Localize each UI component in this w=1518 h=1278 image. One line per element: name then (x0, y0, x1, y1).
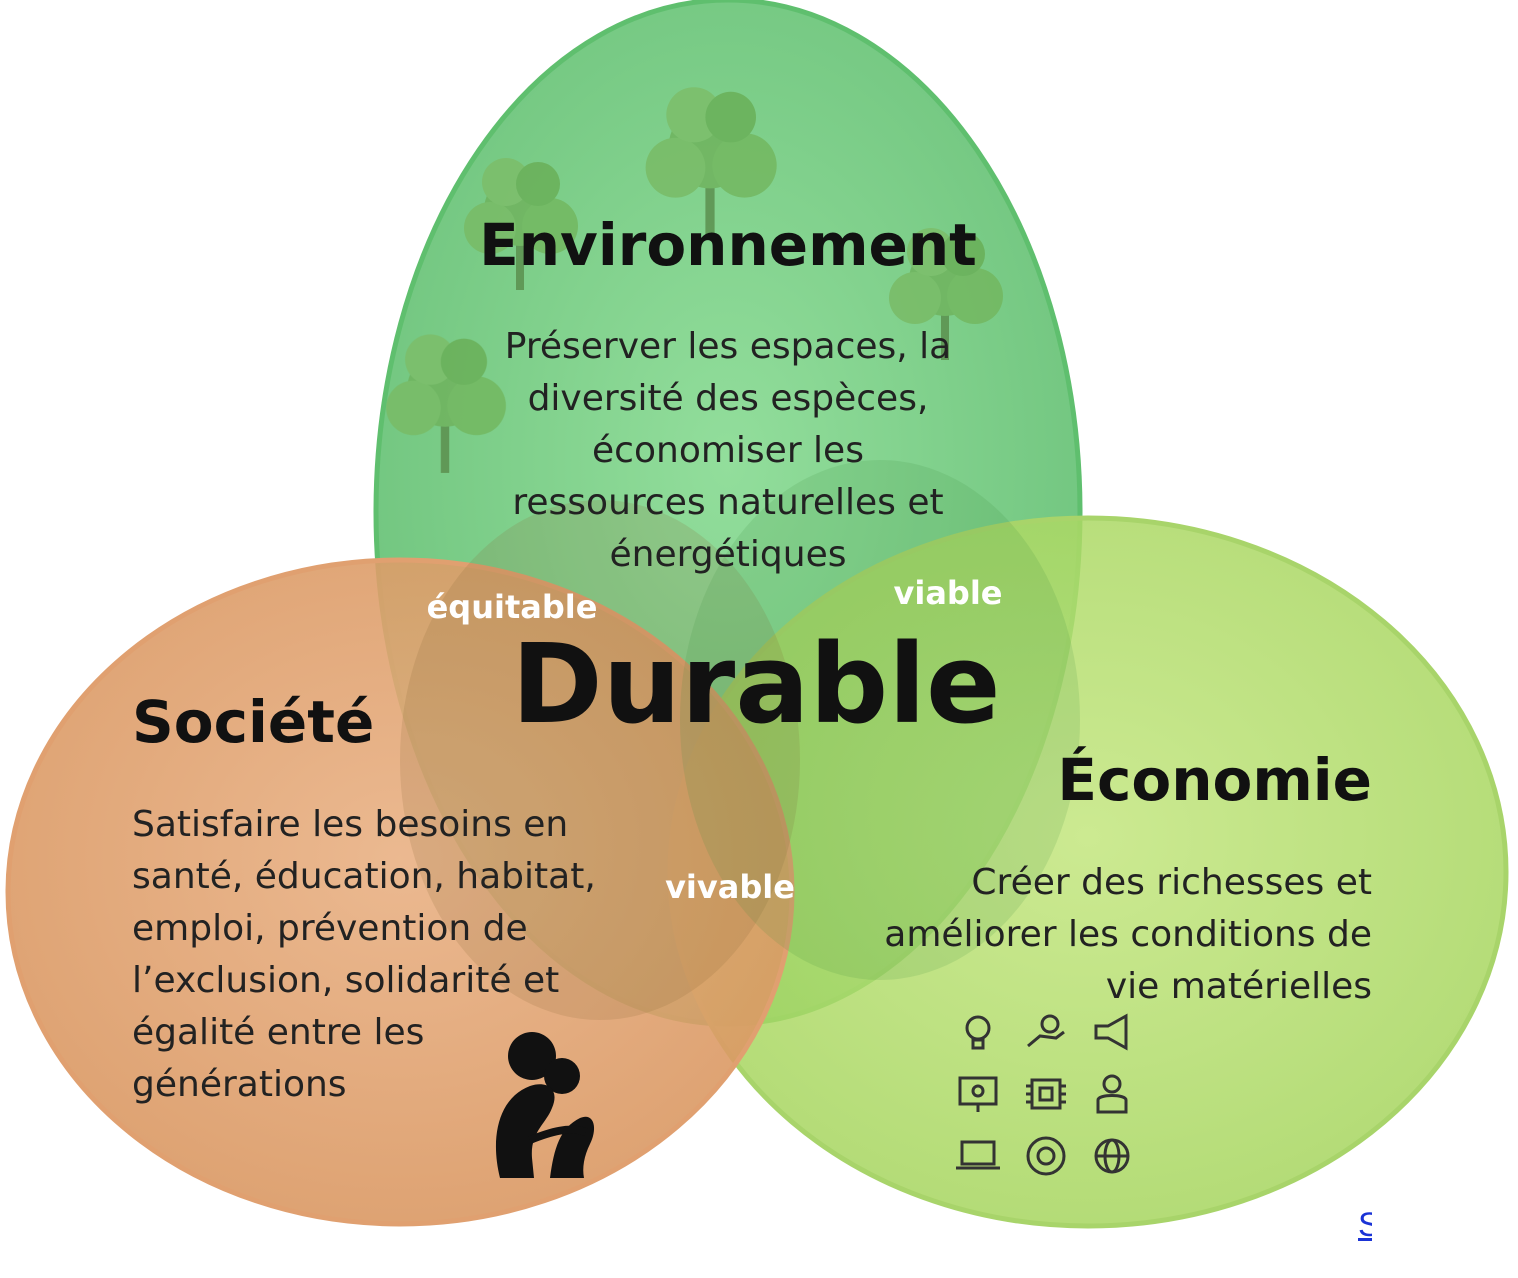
economy-line: vie matérielles (1106, 966, 1372, 1007)
economy-line: Créer des richesses et (971, 862, 1372, 903)
center-title: Durable (511, 620, 1000, 748)
society-line: emploi, prévention de (132, 908, 528, 949)
society-title: Société (132, 688, 374, 756)
environment-line: Préserver les espaces, la (505, 326, 951, 367)
environment-title: Environnement (479, 211, 977, 279)
viable-label: viable (894, 574, 1003, 612)
society-line: égalité entre les (132, 1012, 424, 1053)
vivable-label: vivable (665, 868, 795, 906)
society-line: Satisfaire les besoins en (132, 804, 568, 845)
society-line: santé, éducation, habitat, (132, 856, 596, 897)
environment-line: économiser les (592, 430, 864, 471)
sustainability-venn-diagram: Environnement Préserver les espaces, la … (5, 0, 1509, 1229)
society-line: l’exclusion, solidarité et (132, 960, 559, 1001)
environment-line: diversité des espèces, (528, 378, 929, 419)
economy-title: Économie (1057, 745, 1372, 814)
economy-line: améliorer les conditions de (884, 914, 1372, 955)
environment-line: ressources naturelles et (512, 482, 943, 523)
source-link[interactable]: S (1358, 1206, 1372, 1245)
society-line: générations (132, 1064, 347, 1105)
environment-line: énergétiques (610, 534, 847, 575)
